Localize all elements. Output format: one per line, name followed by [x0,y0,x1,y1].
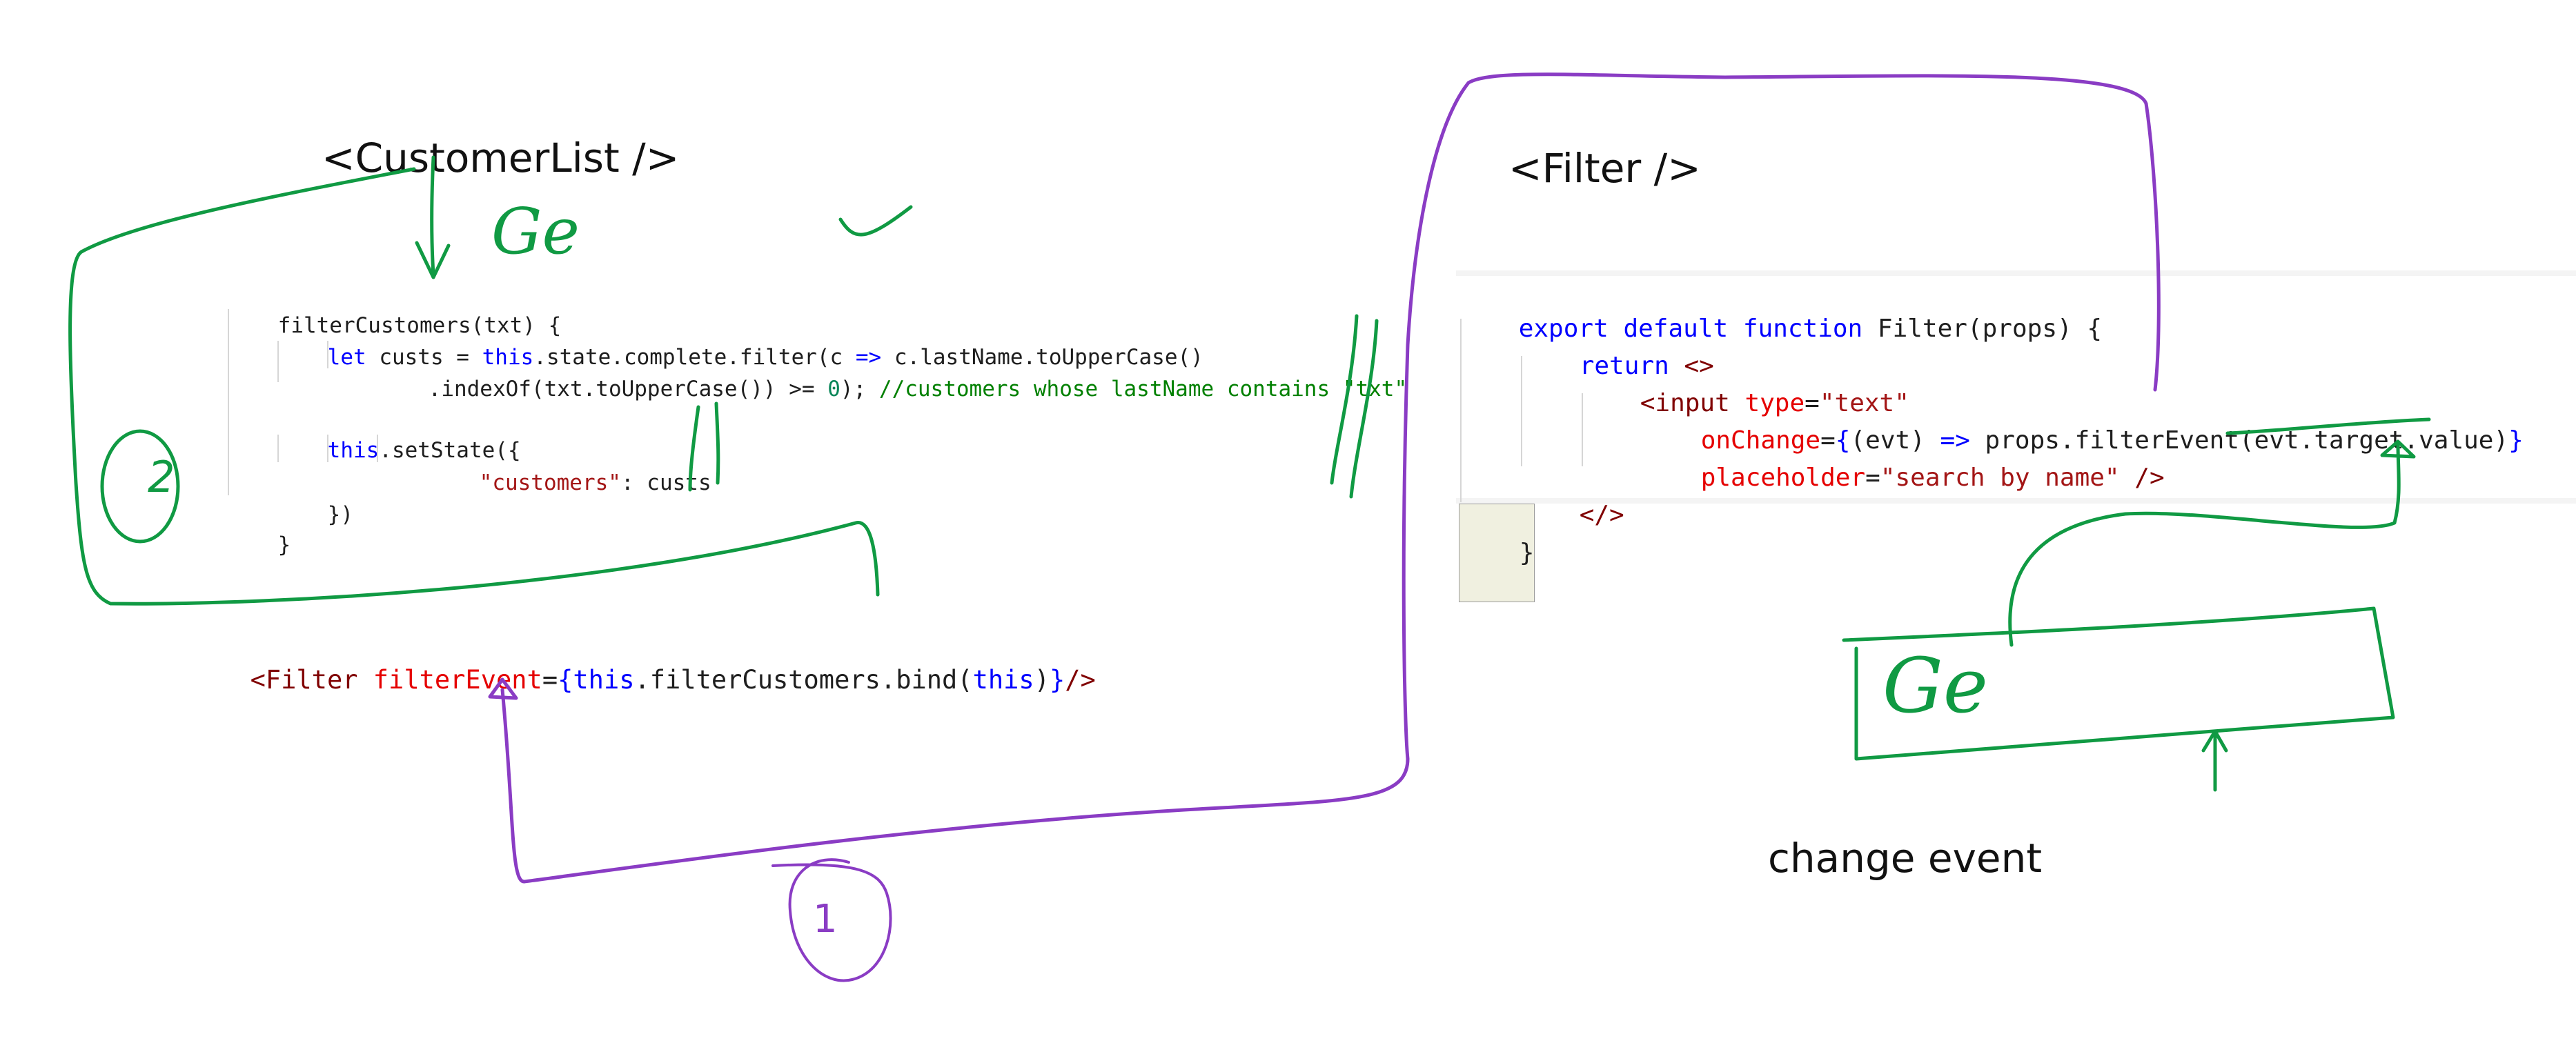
purple-flow-line [500,72,2161,884]
green-tick [838,205,913,237]
purple-circle-1 [771,858,892,982]
green-arrow-to-value [2008,439,2416,647]
green-down-arrow [415,155,451,279]
green-underline-value [2225,417,2431,435]
green-input-box [1842,606,2395,761]
green-up-arrow [2201,729,2228,792]
green-circle-2 [100,429,180,544]
green-box-customerlist [68,167,880,606]
green-bars-right [1330,314,1379,499]
green-bars-left [688,401,720,492]
ink-annotations [68,72,2431,982]
